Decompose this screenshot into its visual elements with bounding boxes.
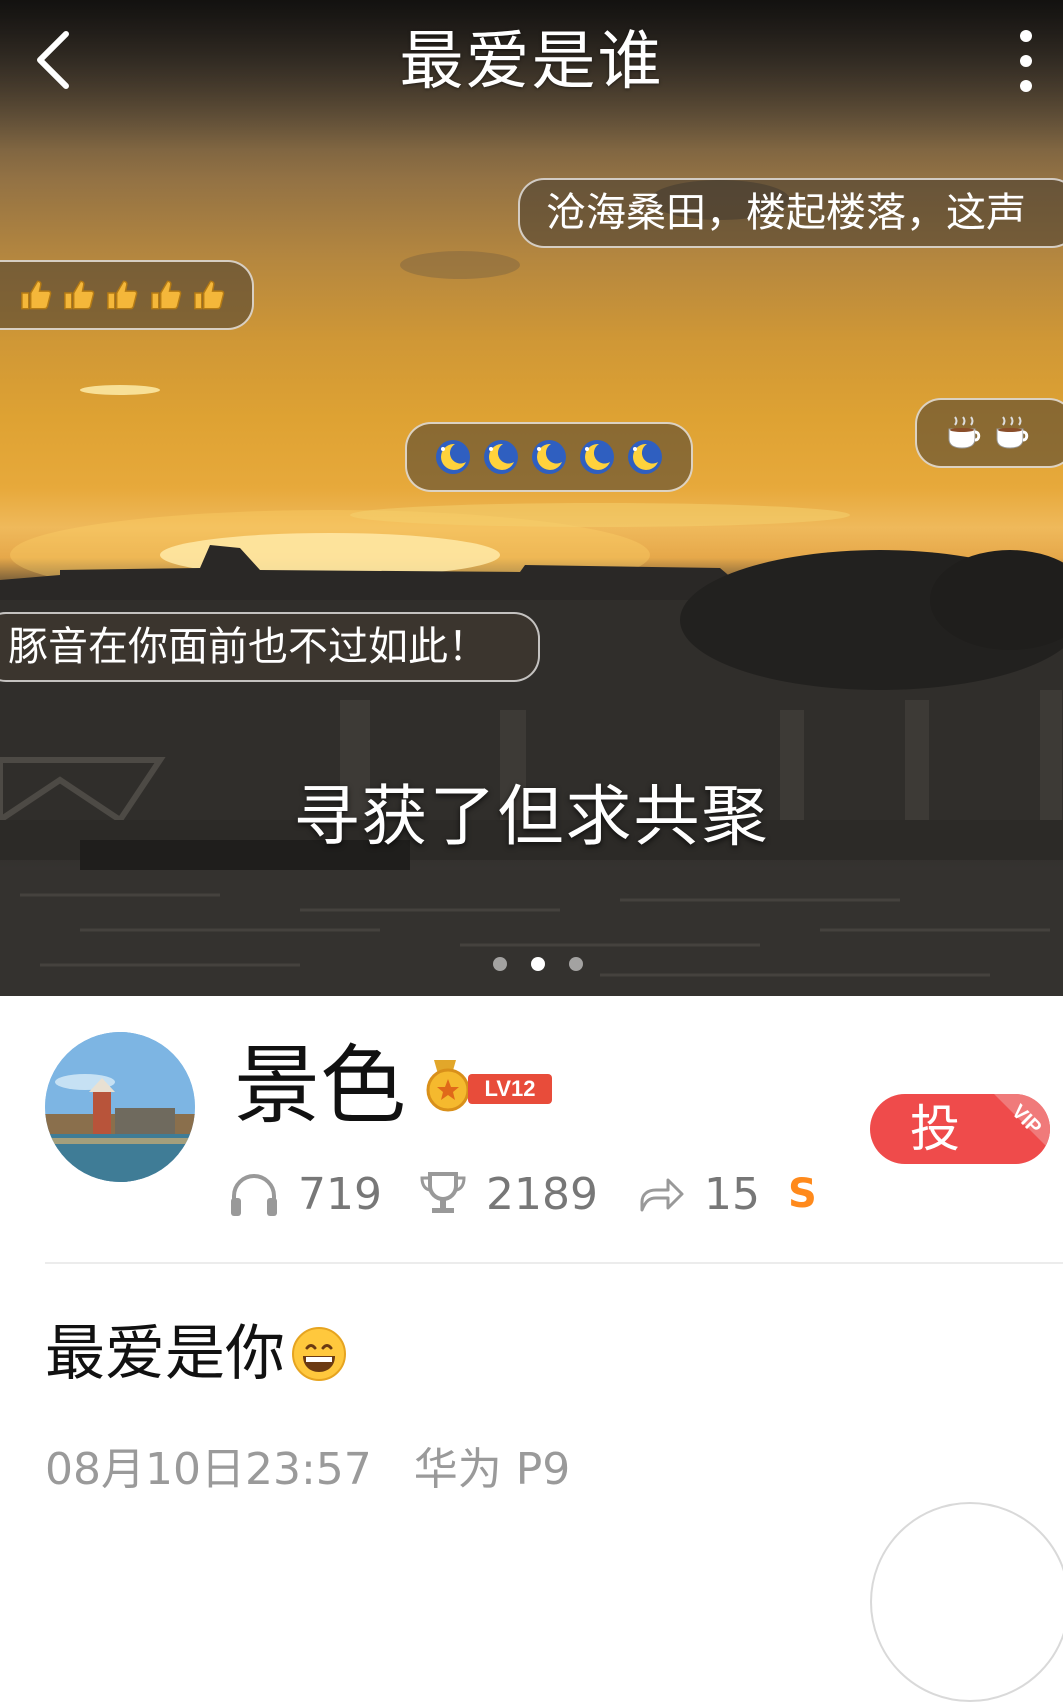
headphones-icon	[231, 1174, 277, 1216]
top-bar: 最爱是谁	[0, 0, 1063, 125]
profile-stats: 719 2189 15 S	[228, 1162, 817, 1226]
level-badge: LV12	[426, 1060, 552, 1112]
danmaku-bubble[interactable]	[0, 260, 254, 330]
post-body: 最爱是你	[45, 1316, 349, 1392]
moon-face-row	[433, 424, 665, 490]
post-date: 08月10日23:57	[45, 1444, 372, 1495]
moon-face-icon	[436, 440, 470, 474]
page-title: 最爱是谁	[399, 25, 664, 99]
page-indicator	[493, 957, 583, 971]
danmaku-bubble[interactable]	[915, 398, 1063, 468]
thumbs-up-icon	[21, 280, 52, 310]
danmaku-bubble[interactable]	[405, 422, 693, 492]
danmaku-bubble[interactable]: 沧海桑田，楼起楼落，这声	[518, 178, 1063, 248]
video-player[interactable]: 最爱是谁 沧海桑田，楼起楼落，这声 豚音在你面前也不过如此！ 寻获了但求共聚	[0, 0, 1063, 996]
grinning-face-icon	[292, 1327, 346, 1381]
post-text: 最爱是你	[45, 1319, 285, 1389]
s-badge: S	[787, 1171, 817, 1217]
thumbs-up-icon	[64, 280, 95, 310]
floating-button[interactable]	[870, 1502, 1063, 1702]
share-count-value: 15	[703, 1168, 760, 1220]
vip-corner-badge: VIP	[994, 1094, 1050, 1150]
trophy-icon	[420, 1172, 466, 1213]
level-text: LV12	[485, 1076, 536, 1101]
thumbs-up-icon	[193, 280, 225, 310]
listen-count-value: 719	[298, 1168, 382, 1220]
post-device: 华为 P9	[413, 1444, 571, 1495]
hot-cup-icon	[948, 416, 981, 449]
trophy-count-value: 2189	[485, 1168, 598, 1220]
thumbs-up-icon	[107, 280, 138, 310]
thumbs-up-row	[0, 262, 226, 328]
moon-face-icon	[484, 440, 518, 474]
hot-cup-icon	[996, 416, 1029, 449]
listen-count: 719	[228, 1169, 382, 1220]
avatar[interactable]	[45, 1032, 195, 1182]
page-dot-active[interactable]	[531, 957, 545, 971]
page-dot[interactable]	[569, 957, 583, 971]
hot-cup-row	[943, 400, 1047, 466]
danmaku-text: 豚音在你面前也不过如此！	[8, 624, 488, 670]
moon-face-icon	[580, 440, 614, 474]
trophy-count: 2189	[418, 1169, 598, 1220]
share-arrow-icon	[640, 1178, 684, 1212]
vote-button[interactable]: 投 VIP	[870, 1094, 1050, 1164]
danmaku-bubble[interactable]: 豚音在你面前也不过如此！	[0, 612, 540, 682]
moon-face-icon	[628, 440, 662, 474]
page-dot[interactable]	[493, 957, 507, 971]
vote-button-label: 投	[910, 1100, 960, 1158]
danmaku-text: 沧海桑田，楼起楼落，这声	[546, 190, 1026, 236]
share-count: 15	[638, 1169, 760, 1220]
lyric-caption: 寻获了但求共聚	[293, 778, 770, 855]
more-options-icon[interactable]	[1006, 28, 1046, 98]
thumbs-up-icon	[150, 280, 181, 310]
post-meta: 08月10日23:57 华为 P9	[45, 1440, 570, 1500]
username[interactable]: 景色	[234, 1036, 406, 1136]
moon-face-icon	[532, 440, 566, 474]
divider	[45, 1262, 1063, 1264]
avatar-image	[45, 1032, 195, 1182]
